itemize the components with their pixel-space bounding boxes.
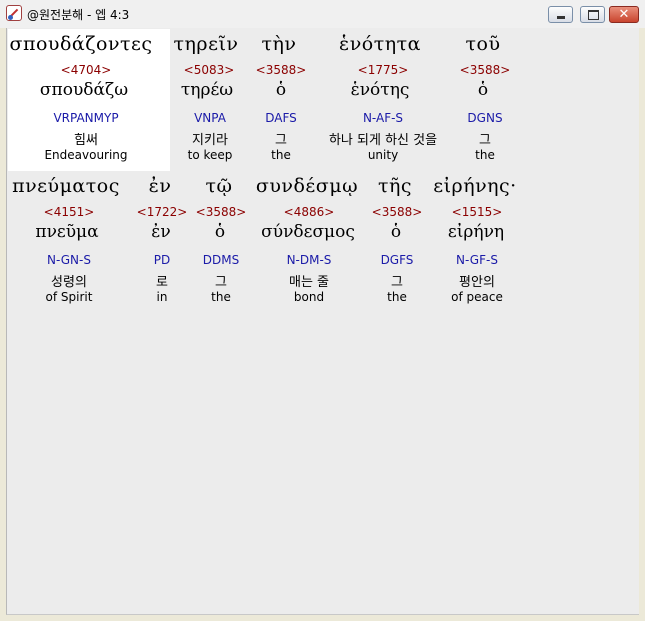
strong-number[interactable]: <4886>: [284, 205, 335, 219]
greek-word[interactable]: ἑνότητα: [339, 33, 421, 55]
korean-gloss: 평안의: [459, 275, 495, 290]
parsing-code: VNPA: [194, 111, 226, 125]
strong-number[interactable]: <4151>: [44, 205, 95, 219]
greek-word[interactable]: τοῦ: [465, 33, 500, 55]
korean-gloss: 로: [156, 275, 168, 290]
lemma: ὁ: [275, 80, 287, 100]
maximize-button[interactable]: [580, 6, 605, 23]
minimize-button[interactable]: [548, 6, 573, 23]
parsing-code: VRPANMYP: [53, 111, 119, 125]
title-bar[interactable]: @원전분해 - 엡 4:3 ✕: [0, 0, 645, 28]
parsing-code: DAFS: [265, 111, 297, 125]
korean-gloss: 하나 되게 하신 것을: [328, 133, 438, 148]
korean-gloss: 그: [479, 133, 491, 148]
greek-word[interactable]: πνεύματος: [12, 175, 120, 197]
english-gloss: the: [475, 148, 495, 162]
lemma: ὁ: [214, 222, 226, 242]
lemma: εἰρήνη: [447, 222, 505, 242]
minimize-icon: [557, 16, 565, 19]
strong-number[interactable]: <4704>: [61, 63, 112, 77]
english-gloss: of Spirit: [45, 290, 93, 304]
greek-word[interactable]: συνδέσμῳ: [256, 175, 358, 197]
korean-gloss: 그: [215, 275, 227, 290]
english-gloss: Endeavouring: [44, 148, 128, 162]
english-gloss: to keep: [187, 148, 233, 162]
english-gloss: in: [156, 290, 168, 304]
parsing-code: N-GN-S: [47, 253, 91, 267]
lemma: πνεῦμα: [35, 222, 99, 242]
lemma: ὁ: [390, 222, 402, 242]
greek-word[interactable]: εἰρήνης·: [433, 175, 516, 197]
strong-number[interactable]: <1515>: [452, 205, 503, 219]
lemma: τηρέω: [180, 80, 234, 100]
window-title: @원전분해 - 엡 4:3: [27, 8, 130, 22]
korean-gloss: 지키라: [192, 133, 228, 148]
korean-gloss: 힘써: [74, 133, 98, 148]
strong-number[interactable]: <3588>: [460, 63, 511, 77]
greek-word[interactable]: τῷ: [205, 175, 232, 197]
strong-number[interactable]: <1722>: [137, 205, 188, 219]
strong-number[interactable]: <3588>: [256, 63, 307, 77]
interlinear-panel: σπουδάζοντες <4704> σπουδάζω VRPANMYP 힘써…: [6, 28, 639, 615]
parsing-code: DDMS: [202, 253, 240, 267]
strong-number[interactable]: <3588>: [372, 205, 423, 219]
lemma: ἑνότης: [350, 80, 410, 100]
korean-gloss: 그: [275, 133, 287, 148]
english-gloss: bond: [293, 290, 325, 304]
parsing-code: DGFS: [380, 253, 414, 267]
parsing-code: N-AF-S: [362, 111, 404, 125]
english-gloss: unity: [367, 148, 399, 162]
lemma: ὁ: [477, 80, 489, 100]
strong-number[interactable]: <1775>: [358, 63, 409, 77]
greek-word[interactable]: σπουδάζοντες: [10, 33, 153, 55]
english-gloss: the: [387, 290, 407, 304]
lemma: σπουδάζω: [39, 80, 129, 100]
korean-gloss: 성령의: [51, 275, 87, 290]
lemma: σύνδεσμος: [261, 222, 355, 242]
parsing-code: N-GF-S: [456, 253, 498, 267]
strong-number[interactable]: <5083>: [184, 63, 235, 77]
english-gloss: the: [271, 148, 291, 162]
parsing-code: DGNS: [467, 111, 503, 125]
greek-word[interactable]: τῆς: [378, 175, 412, 197]
english-gloss: the: [211, 290, 231, 304]
parsing-code: N-DM-S: [286, 253, 332, 267]
korean-gloss: 그: [391, 275, 403, 290]
greek-word[interactable]: τὴν: [262, 33, 297, 55]
parsing-code: PD: [153, 253, 171, 267]
lemma: ἐν: [151, 222, 171, 242]
greek-word[interactable]: τηρεῖν: [174, 33, 239, 55]
close-icon: ✕: [618, 7, 630, 22]
maximize-icon: [588, 10, 599, 20]
app-icon: [6, 5, 22, 21]
korean-gloss: 매는 줄: [288, 275, 330, 290]
close-button[interactable]: ✕: [609, 6, 639, 23]
greek-word[interactable]: ἐν: [149, 175, 172, 197]
strong-number[interactable]: <3588>: [196, 205, 247, 219]
english-gloss: of peace: [451, 290, 503, 304]
